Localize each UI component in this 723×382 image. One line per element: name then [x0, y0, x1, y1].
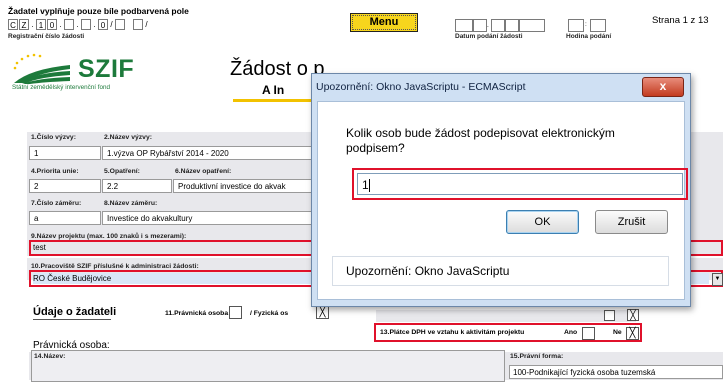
- f1-label: 1.Číslo výzvy:: [31, 134, 76, 141]
- dialog-body: Kolik osob bude žádost podepisovat elekt…: [317, 101, 688, 300]
- registration-cell: 0: [98, 19, 108, 30]
- szif-logo-text: SZIF: [78, 55, 135, 83]
- menu-button[interactable]: Menu: [350, 13, 418, 32]
- f5-label: 5.Opatření:: [104, 168, 140, 175]
- f11b-checkbox[interactable]: ╳: [316, 306, 329, 319]
- f7-field[interactable]: a: [29, 211, 101, 225]
- registration-separator: .: [93, 20, 96, 29]
- f12-row: [376, 310, 636, 322]
- f6-label: 6.Název opatření:: [175, 168, 232, 175]
- registration-cell: C: [8, 19, 18, 30]
- date-month-cell: [491, 19, 505, 32]
- f12-checkbox-no[interactable]: ╳: [627, 309, 639, 321]
- registration-cell: [133, 19, 143, 30]
- form-subtitle: A In: [262, 83, 285, 97]
- date-day-cell-2: [473, 19, 487, 32]
- time-colon: :: [585, 21, 587, 28]
- registration-separator: .: [31, 20, 34, 29]
- f9-field[interactable]: test: [33, 243, 46, 252]
- time-hour-cell: [568, 19, 584, 32]
- f9-label: 9.Název projektu (max. 100 znaků i s mez…: [31, 233, 187, 240]
- f4-field: 2: [29, 179, 101, 193]
- section-applicant-title: Údaje o žadateli: [33, 306, 117, 318]
- date-year-cell: [519, 19, 545, 32]
- date-day-cell: [455, 19, 473, 32]
- registration-cell: [64, 19, 74, 30]
- chevron-down-icon[interactable]: ▼: [712, 273, 723, 286]
- registration-separator: /: [110, 20, 113, 29]
- f6-field: Produktivní investice do akvak: [173, 179, 312, 193]
- registration-label: Registrační číslo žádosti: [8, 33, 85, 40]
- registration-separator: /: [145, 20, 148, 29]
- f13-checkbox-no[interactable]: ╳: [626, 327, 639, 340]
- f10-label: 10.Pracoviště SZIF příslušné k administr…: [31, 263, 199, 270]
- registration-separator: .: [59, 20, 62, 29]
- page-indicator: Strana 1 z 13: [652, 15, 709, 26]
- close-icon[interactable]: x: [642, 77, 684, 97]
- instruction-text: Žadatel vyplňuje pouze bíle podbarvená p…: [8, 6, 189, 16]
- cancel-button[interactable]: Zrušit: [595, 210, 668, 234]
- signers-count-value: 1: [362, 178, 369, 192]
- f7-label: 7.Číslo záměru:: [31, 200, 82, 207]
- f11-label: 11.Právnická osoba: [165, 310, 229, 317]
- f2-field: 1.výzva OP Rybářství 2014 - 2020: [102, 146, 312, 160]
- time-minute-cell: [590, 19, 606, 32]
- f11-checkbox[interactable]: [229, 306, 242, 319]
- f4-label: 4.Priorita unie:: [31, 168, 79, 175]
- f15-label: 15.Právní forma:: [510, 353, 564, 360]
- javascript-dialog: Upozornění: Okno JavaScriptu - ECMAScrip…: [311, 73, 691, 307]
- f8-field: Investice do akvakultury: [102, 211, 312, 225]
- f13-no-label: Ne: [613, 329, 622, 336]
- f11b-label: / Fyzická os: [250, 310, 289, 317]
- ok-button[interactable]: OK: [506, 210, 579, 234]
- szif-logo-subtitle: Státní zemědělský intervenční fond: [12, 84, 111, 91]
- f15-field: 100-Podnikající fyzická osoba tuzemská: [509, 365, 723, 379]
- title-underline: [233, 99, 313, 102]
- f13-yes-label: Ano: [564, 329, 578, 336]
- dialog-message: Kolik osob bude žádost podepisovat elekt…: [346, 126, 615, 155]
- dialog-footer-text: Upozornění: Okno JavaScriptu: [346, 264, 510, 278]
- dialog-title: Upozornění: Okno JavaScriptu - ECMAScrip…: [316, 81, 526, 93]
- f2-label: 2.Název výzvy:: [104, 134, 152, 141]
- time-label: Hodina podání: [566, 33, 612, 40]
- f8-label: 8.Název záměru:: [104, 200, 158, 207]
- f13-checkbox-yes[interactable]: [582, 327, 595, 340]
- registration-cell: Z: [19, 19, 29, 30]
- registration-cell: [81, 19, 91, 30]
- f5-field: 2.2: [102, 179, 172, 193]
- section-underline: [33, 319, 111, 320]
- date-month-cell-2: [505, 19, 519, 32]
- registration-cell: [115, 19, 125, 30]
- registration-cell: 0: [47, 19, 57, 30]
- signers-count-input[interactable]: 1: [357, 173, 683, 195]
- date-label: Datum podání žádosti: [455, 33, 523, 40]
- f14-field[interactable]: [31, 350, 505, 382]
- f14-label: 14.Název:: [34, 353, 66, 360]
- f1-field: 1: [29, 146, 101, 160]
- registration-cell: 1: [36, 19, 46, 30]
- date-dot: .: [487, 22, 489, 29]
- f13-label: 13.Plátce DPH ve vztahu k aktivitám proj…: [380, 329, 525, 336]
- szif-logo-icon: [13, 53, 70, 84]
- registration-separator: .: [76, 20, 79, 29]
- f12-checkbox-yes[interactable]: [604, 310, 615, 321]
- szif-logo: SZIF Státní zemědělský intervenční fond: [8, 49, 188, 93]
